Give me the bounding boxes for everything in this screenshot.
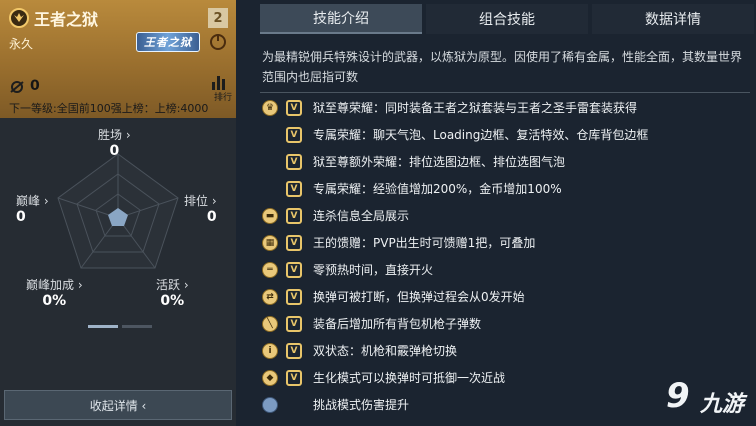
page-dot-active[interactable] (88, 325, 118, 328)
divider (260, 92, 750, 93)
gift-icon: ▦ (262, 235, 278, 251)
page-dot[interactable] (122, 325, 152, 328)
feature-text: 双状态：机枪和霰弹枪切换 (313, 344, 458, 358)
site-watermark: 9 九游 (666, 376, 752, 420)
vip-icon: V (286, 100, 302, 116)
feature-text: 零预热时间，直接开火 (313, 263, 434, 277)
weapon-rank-badge-icon (9, 8, 29, 28)
power-icon[interactable] (210, 34, 226, 50)
vip-icon: V (286, 235, 302, 251)
list-item: ▦ V 王的馈赠：PVP出生时可馈赠1把，可叠加 (262, 232, 742, 254)
dual-mode-icon: i (262, 343, 278, 359)
kill-count: 0 (30, 78, 40, 94)
stat-peak-value: 0 (16, 209, 26, 225)
vip-icon: V (286, 154, 302, 170)
list-item: ▬ V 连杀信息全局展示 (262, 205, 742, 227)
feature-text: 挑战模式伤害提升 (313, 398, 410, 412)
kill-count-icon (9, 80, 25, 97)
reload-icon: ⇄ (262, 289, 278, 305)
tab-bar: 技能介绍 组合技能 数据详情 (260, 0, 756, 36)
stat-peak-bonus-label: 巅峰加成 › (26, 278, 83, 292)
stat-rank-value: 0 (206, 209, 217, 225)
slot-number-badge: 2 (208, 8, 228, 28)
killstreak-icon: ▬ (262, 208, 278, 224)
vip-icon: V (286, 289, 302, 305)
list-item: i V 双状态：机枪和霰弹枪切换 (262, 340, 742, 362)
vip-icon: V (286, 370, 302, 386)
shield-icon: ◆ (262, 370, 278, 386)
feature-text: 专属荣耀：经验值增加200%，金币增加100% (313, 182, 562, 196)
tab-skill-intro[interactable]: 技能介绍 (260, 4, 422, 34)
preheat-icon: ═ (262, 262, 278, 278)
weapon-description: 为最精锐佣兵特殊设计的武器，以炼狱为原型。因使用了稀有金属，性能全面，其数量世界… (262, 50, 743, 84)
stat-peak-bonus[interactable]: 巅峰加成 › 0% (26, 276, 83, 309)
feature-text: 连杀信息全局展示 (313, 209, 410, 223)
watermark-text: 九游 (700, 392, 745, 417)
list-item: V 狱至尊额外荣耀：排位选图边框、排位选图气泡 (262, 151, 742, 173)
watermark-logo: 9 (666, 376, 690, 416)
vip-icon: V (286, 262, 302, 278)
leaderboard-label[interactable]: 排行 (214, 90, 232, 103)
feature-text: 王的馈赠：PVP出生时可馈赠1把，可叠加 (313, 236, 536, 250)
feature-text: 装备后增加所有背包机枪子弹数 (313, 317, 482, 331)
list-item: V 专属荣耀：经验值增加200%，金币增加100% (262, 178, 742, 200)
crown-icon: ♛ (262, 100, 278, 116)
next-level-info: 下一等级:全国前100强上榜：上榜:4000 (9, 102, 209, 115)
vip-icon: V (286, 181, 302, 197)
feature-text: 狱至尊荣耀：同时装备王者之狱套装与王者之圣手雷套装获得 (313, 101, 638, 115)
stat-rank-label: 排位 › (184, 194, 217, 208)
stat-peak[interactable]: 巅峰 › 0 (16, 192, 49, 225)
feature-text: 狱至尊额外荣耀：排位选图边框、排位选图气泡 (313, 155, 566, 169)
challenge-icon (262, 397, 278, 413)
list-item: ♛ V 狱至尊荣耀：同时装备王者之狱套装与王者之圣手雷套装获得 (262, 97, 742, 119)
ammo-icon: ╲ (262, 316, 278, 332)
stats-radar: 胜场 › 0 巅峰 › 0 排位 › 0 巅峰加成 › 0% 活跃 › 0% (0, 118, 236, 388)
stat-activity-value: 0% (160, 293, 185, 309)
feature-text: 专属荣耀：聊天气泡、Loading边框、复活特效、仓库背包边框 (313, 128, 649, 142)
stat-win-value: 0 (109, 143, 120, 159)
feature-text: 生化模式可以换弹时可抵御一次近战 (313, 371, 506, 385)
vip-icon: V (286, 208, 302, 224)
vip-icon: V (286, 343, 302, 359)
list-item: V 专属荣耀：聊天气泡、Loading边框、复活特效、仓库背包边框 (262, 124, 742, 146)
stat-rank[interactable]: 排位 › 0 (184, 192, 217, 225)
vip-icon: V (286, 316, 302, 332)
vip-icon: V (286, 127, 302, 143)
tab-data-details[interactable]: 数据详情 (592, 4, 754, 34)
list-item: ╲ V 装备后增加所有背包机枪子弹数 (262, 313, 742, 335)
list-item: ⇄ V 换弹可被打断，但换弹过程会从0发开始 (262, 286, 742, 308)
stat-peak-label: 巅峰 › (16, 194, 49, 208)
stat-activity-label: 活跃 › (156, 278, 189, 292)
stat-win[interactable]: 胜场 › 0 (98, 126, 131, 159)
stat-peak-bonus-value: 0% (42, 293, 67, 309)
weapon-name: 王者之狱 (34, 10, 99, 29)
weapon-card: 王者之狱 2 永久 王者之狱 0 排行 下一等级:全国前100强上榜：上榜:40… (0, 0, 236, 118)
duration-label: 永久 (9, 37, 34, 51)
tab-combo-skills[interactable]: 组合技能 (426, 4, 588, 34)
collapse-details-button[interactable]: 收起详情 ‹ (4, 390, 232, 420)
stat-activity[interactable]: 活跃 › 0% (156, 276, 189, 309)
weapon-info-panel: 王者之狱 2 永久 王者之狱 0 排行 下一等级:全国前100强上榜：上榜:40… (0, 0, 236, 426)
stat-win-label: 胜场 › (98, 128, 131, 142)
list-item: ═ V 零预热时间，直接开火 (262, 259, 742, 281)
feature-text: 换弹可被打断，但换弹过程会从0发开始 (313, 290, 525, 304)
weapon-logo: 王者之狱 (136, 32, 200, 52)
